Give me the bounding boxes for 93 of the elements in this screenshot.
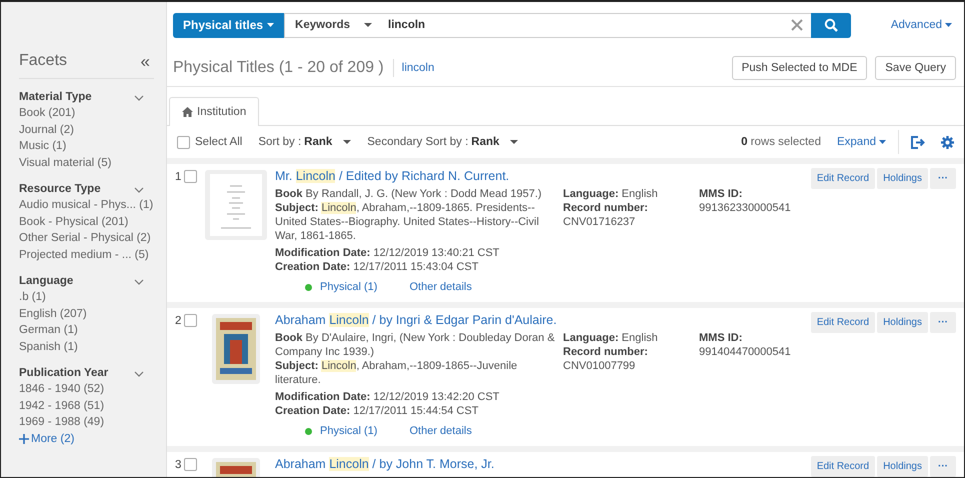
advanced-link[interactable]: Advanced xyxy=(890,19,952,31)
facet-item[interactable]: .b (1) xyxy=(19,289,46,306)
modification-date-text: Modification Date: 12/12/2019 13:42:20 CST xyxy=(275,390,500,404)
row-checkbox[interactable] xyxy=(184,458,198,471)
select-all-checkbox[interactable] xyxy=(177,136,190,148)
caret-icon xyxy=(510,140,518,144)
book-cover-thumbnail xyxy=(212,314,260,384)
settings-icon[interactable] xyxy=(941,136,954,148)
mms-id-label: MMS ID: xyxy=(699,331,744,345)
record-action-button[interactable]: Edit Record xyxy=(810,168,876,189)
field-dropdown[interactable]: Keywords xyxy=(284,12,382,38)
facet-item[interactable]: 1969 - 1988 (49) xyxy=(19,414,104,430)
caret-icon xyxy=(879,140,886,144)
facet-group-title[interactable]: Resource Type xyxy=(19,182,101,197)
facet-item[interactable]: Journal (2) xyxy=(19,122,74,138)
row-number: 1 xyxy=(175,170,182,182)
other-details-link[interactable]: Other details xyxy=(409,424,472,438)
rows-selected-text: 0 rows selected xyxy=(741,136,821,148)
select-all-label[interactable]: Select All xyxy=(195,136,242,148)
record-action-button[interactable]: ··· xyxy=(930,456,956,477)
record-action-button[interactable]: Edit Record xyxy=(810,456,876,477)
institution-tab[interactable]: Institution xyxy=(169,97,260,126)
home-icon xyxy=(182,107,193,117)
record-action-button[interactable]: Holdings xyxy=(877,312,928,333)
collapse-button[interactable]: « xyxy=(136,52,154,70)
subject-text: Subject: Lincoln, Abraham,--1809-1865--Juvenile literature. xyxy=(275,359,518,387)
chevron-icon[interactable] xyxy=(134,370,144,376)
facets-title: Facets xyxy=(19,52,68,70)
facet-item[interactable]: Music (1) xyxy=(19,138,66,154)
search-field[interactable]: lincoln xyxy=(382,12,811,38)
facet-item[interactable]: 1942 - 1968 (51) xyxy=(19,398,104,414)
availability-link[interactable]: Physical (1) xyxy=(320,280,378,294)
language-text: Language: English xyxy=(563,331,659,345)
modification-date-text: Modification Date: 12/12/2019 13:40:21 CST xyxy=(275,246,500,260)
chevron-icon[interactable] xyxy=(134,278,144,284)
record-action-button[interactable]: ··· xyxy=(930,312,956,333)
sort-dropdown[interactable]: Sort by : Rank xyxy=(258,136,352,148)
mms-id-value: 991404470000541 xyxy=(699,345,792,359)
facet-item[interactable]: Book - Physical (201) xyxy=(19,214,128,230)
record-action-button[interactable]: Holdings xyxy=(877,456,928,477)
facet-item[interactable]: English (207) xyxy=(19,306,87,322)
facet-item[interactable]: Visual material (5) xyxy=(19,154,112,171)
facet-item[interactable]: Book (201) xyxy=(19,105,76,122)
language-text: Language: English xyxy=(563,187,659,201)
record-number-text: Record number: CNV01716237 xyxy=(563,201,649,229)
plus-icon[interactable] xyxy=(19,434,29,444)
facet-group-title[interactable]: Publication Year xyxy=(19,366,108,381)
record-action-button[interactable]: Edit Record xyxy=(810,312,876,333)
chevron-icon[interactable] xyxy=(134,94,144,100)
caret-icon xyxy=(267,23,274,27)
availability-link[interactable]: Physical (1) xyxy=(320,424,378,438)
facet-group-title[interactable]: Material Type xyxy=(19,90,92,105)
title-link[interactable]: Abraham Lincoln / by Ingri & Edgar Parin d'Aulaire. xyxy=(275,312,557,328)
mms-id-label: MMS ID: xyxy=(699,187,744,201)
results-title: Physical Titles (1 - 20 of 209 ) xyxy=(173,59,394,77)
secondary-sort-dropdown[interactable]: Secondary Sort by : Rank xyxy=(367,136,518,148)
record-action-button[interactable]: Holdings xyxy=(877,168,928,189)
subject-text: Subject: Lincoln, Abraham,--1809-1865. Presidents--United States--Biography. United States--History--Civil War, 1861-1865. xyxy=(275,201,540,243)
creation-date-text: Creation Date: 12/17/2011 15:44:54 CST xyxy=(275,404,480,418)
other-details-link[interactable]: Other details xyxy=(409,280,472,294)
caret-icon xyxy=(343,140,352,144)
mms-id-value: 991362330000541 xyxy=(699,201,792,215)
clear-icon[interactable] xyxy=(791,18,803,30)
chevron-icon[interactable] xyxy=(134,186,144,192)
format-text: Book By Randall, J. G. (New York : Dodd Mead 1957.) xyxy=(275,187,543,201)
facet-item[interactable]: Projected medium - ... (5) xyxy=(19,246,149,263)
scope-dropdown[interactable]: Physical titles xyxy=(173,12,284,38)
facet-item[interactable]: Other Serial - Physical (2) xyxy=(19,230,151,246)
facet-item[interactable]: Spanish (1) xyxy=(19,338,78,355)
search-button[interactable] xyxy=(811,12,851,38)
facet-item[interactable]: Audio musical - Phys... (1) xyxy=(19,197,154,214)
title-link[interactable]: Abraham Lincoln / by John T. Morse, Jr. xyxy=(275,456,494,472)
header-button[interactable]: Save Query xyxy=(875,56,956,80)
facet-item[interactable]: 1846 - 1940 (52) xyxy=(19,381,104,398)
query-link[interactable]: lincoln xyxy=(402,62,434,74)
row-number: 2 xyxy=(175,314,182,326)
row-number: 3 xyxy=(175,458,182,470)
format-text: Book By D'Aulaire, Ingri, (New York : Doubleday Doran & Company Inc 1939.) xyxy=(275,331,555,359)
caret-icon xyxy=(364,23,372,27)
facet-item[interactable]: German (1) xyxy=(19,322,78,338)
search-icon xyxy=(824,18,838,32)
more-link[interactable]: More (2) xyxy=(31,432,74,444)
expand-dropdown[interactable]: Expand xyxy=(836,136,886,148)
creation-date-text: Creation Date: 12/17/2011 15:43:04 CST xyxy=(275,260,480,274)
record-action-button[interactable]: ··· xyxy=(930,168,956,189)
caret-icon xyxy=(945,23,952,27)
header-button[interactable]: Push Selected to MDE xyxy=(732,56,868,80)
row-checkbox[interactable] xyxy=(184,170,198,183)
record-number-text: Record number: CNV01007799 xyxy=(563,345,649,373)
row-checkbox[interactable] xyxy=(184,314,198,327)
export-icon[interactable] xyxy=(911,136,925,148)
facet-group-title[interactable]: Language xyxy=(19,274,74,289)
title-link[interactable]: Mr. Lincoln / Edited by Richard N. Current. xyxy=(275,168,510,184)
